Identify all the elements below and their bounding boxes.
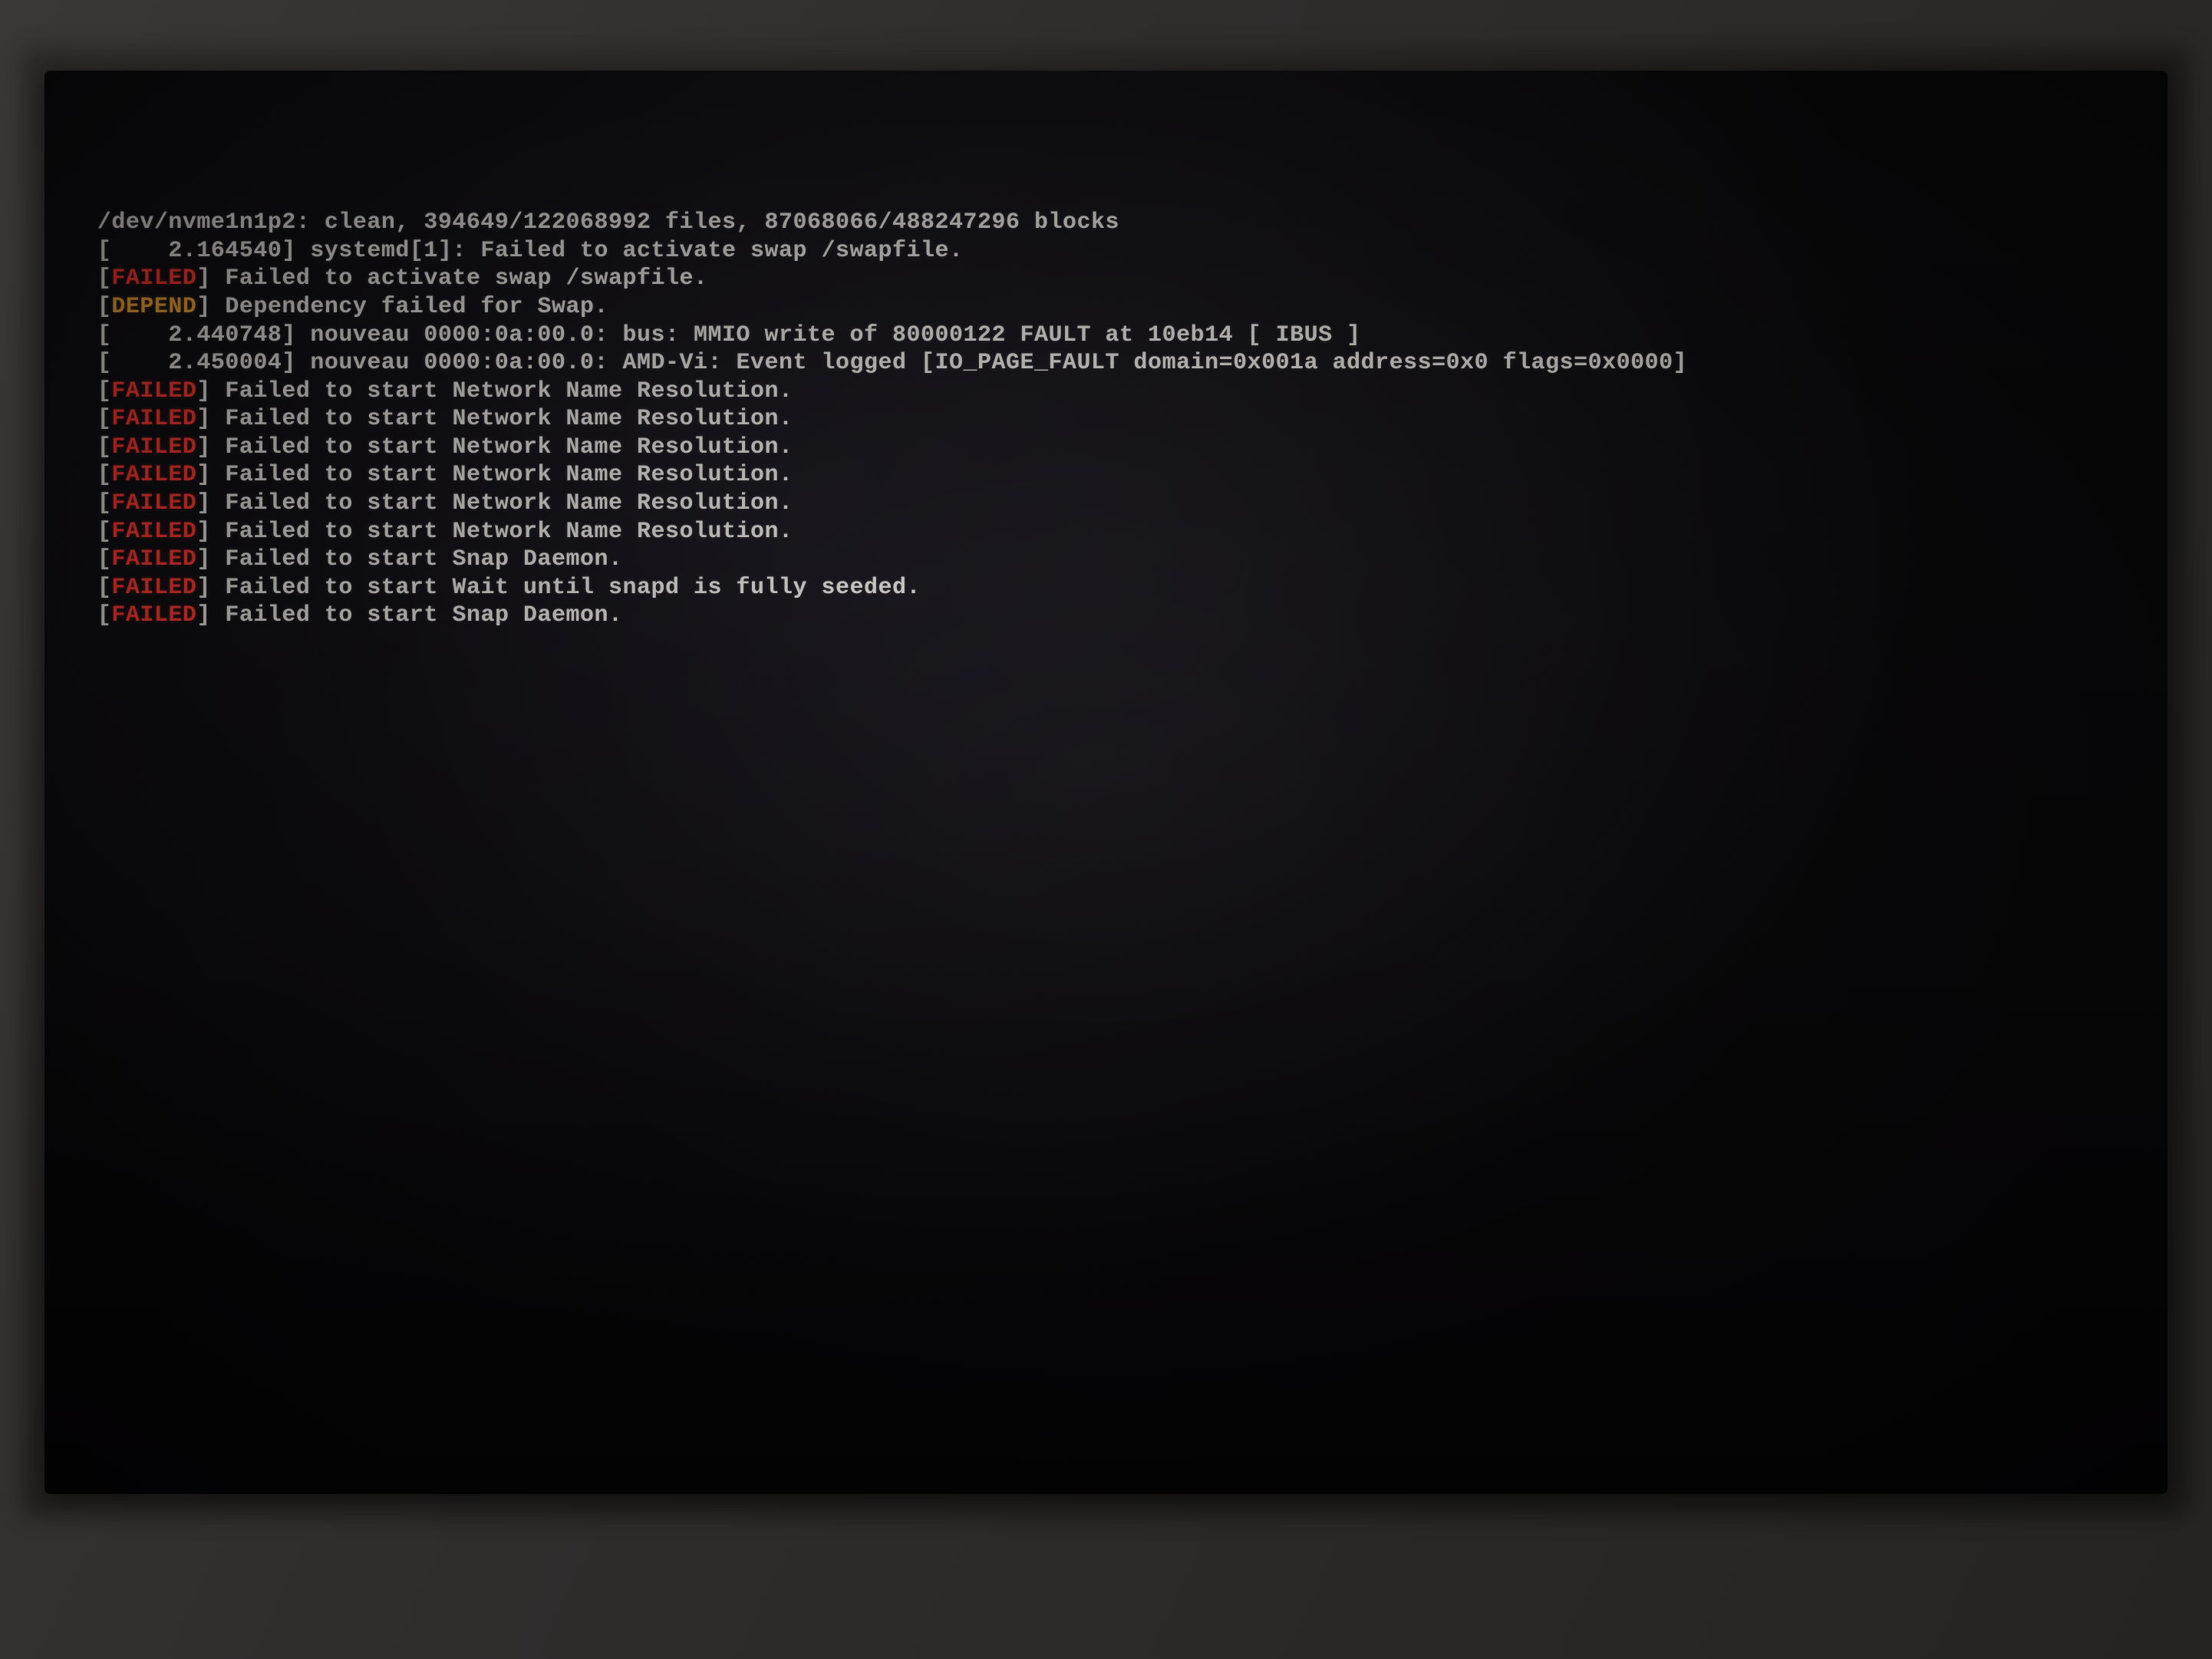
boot-log-line: [ 2.450004] nouveau 0000:0a:00.0: AMD-Vi… xyxy=(97,349,2115,378)
boot-log-text: [ xyxy=(97,546,112,572)
boot-log-text: ] Failed to start Network Name Resolutio… xyxy=(196,406,793,432)
monitor-screen: /dev/nvme1n1p2: clean, 394649/122068992 … xyxy=(45,71,2168,1493)
status-tag-failed: FAILED xyxy=(111,434,196,460)
status-tag-failed: FAILED xyxy=(111,406,196,432)
boot-log-text: [ 2.440748] nouveau 0000:0a:00.0: bus: M… xyxy=(97,322,1361,348)
boot-log-line: [FAILED] Failed to start Network Name Re… xyxy=(97,518,2115,546)
status-tag-failed: FAILED xyxy=(111,462,196,488)
boot-log-line: [ 2.440748] nouveau 0000:0a:00.0: bus: M… xyxy=(97,322,2115,350)
status-tag-depend: DEPEND xyxy=(111,294,196,320)
status-tag-failed: FAILED xyxy=(111,602,196,628)
photo-surface: /dev/nvme1n1p2: clean, 394649/122068992 … xyxy=(0,0,2212,1659)
boot-log-text: ] Failed to start Network Name Resolutio… xyxy=(196,434,793,460)
boot-log-text: [ xyxy=(97,462,112,488)
status-tag-failed: FAILED xyxy=(111,546,196,572)
boot-log-text: [ xyxy=(97,406,112,432)
boot-log-text: [ xyxy=(97,602,112,628)
status-tag-failed: FAILED xyxy=(111,490,196,516)
boot-log-text: ] Failed to start Snap Daemon. xyxy=(196,546,622,572)
boot-log-line: [FAILED] Failed to start Network Name Re… xyxy=(97,490,2115,518)
boot-log-line: [ 2.164540] systemd[1]: Failed to activa… xyxy=(97,237,2115,266)
boot-log-text: ] Failed to start Network Name Resolutio… xyxy=(196,490,793,516)
screen-content: /dev/nvme1n1p2: clean, 394649/122068992 … xyxy=(45,71,2168,1493)
boot-log-text: ] Failed to start Network Name Resolutio… xyxy=(196,378,793,404)
status-tag-failed: FAILED xyxy=(111,575,196,601)
boot-log-line: [FAILED] Failed to start Network Name Re… xyxy=(97,434,2115,462)
boot-log-text: [ xyxy=(97,434,112,460)
boot-log-text: [ xyxy=(97,575,112,601)
boot-log-text: [ xyxy=(97,378,112,404)
boot-log-line: [FAILED] Failed to start Network Name Re… xyxy=(97,405,2115,434)
boot-log-text: [ xyxy=(97,519,112,545)
boot-log-text: ] Failed to activate swap /swapfile. xyxy=(196,266,707,292)
boot-log-text: ] Failed to start Network Name Resolutio… xyxy=(196,462,793,488)
boot-log: /dev/nvme1n1p2: clean, 394649/122068992 … xyxy=(97,209,2115,630)
boot-log-line: [FAILED] Failed to start Network Name Re… xyxy=(97,378,2115,406)
status-tag-failed: FAILED xyxy=(111,378,196,404)
boot-log-line: [FAILED] Failed to start Wait until snap… xyxy=(97,574,2115,602)
boot-log-line: [FAILED] Failed to activate swap /swapfi… xyxy=(97,265,2115,293)
status-tag-failed: FAILED xyxy=(111,519,196,545)
boot-log-text: [ 2.450004] nouveau 0000:0a:00.0: AMD-Vi… xyxy=(97,350,1687,376)
status-tag-failed: FAILED xyxy=(111,266,196,292)
monitor-bezel: /dev/nvme1n1p2: clean, 394649/122068992 … xyxy=(45,71,2168,1493)
boot-log-text: ] Failed to start Snap Daemon. xyxy=(196,602,622,628)
boot-log-line: /dev/nvme1n1p2: clean, 394649/122068992 … xyxy=(97,209,2115,237)
boot-log-text: [ xyxy=(97,266,112,292)
boot-log-line: [FAILED] Failed to start Snap Daemon. xyxy=(97,602,2115,630)
boot-log-text: /dev/nvme1n1p2: clean, 394649/122068992 … xyxy=(97,209,1119,236)
boot-log-text: [ xyxy=(97,294,112,320)
boot-log-line: [FAILED] Failed to start Snap Daemon. xyxy=(97,546,2115,574)
boot-log-line: [DEPEND] Dependency failed for Swap. xyxy=(97,293,2115,322)
boot-log-text: ] Dependency failed for Swap. xyxy=(196,294,608,320)
boot-log-text: ] Failed to start Network Name Resolutio… xyxy=(196,519,793,545)
boot-log-text: ] Failed to start Wait until snapd is fu… xyxy=(196,575,921,601)
boot-log-text: [ 2.164540] systemd[1]: Failed to activa… xyxy=(97,238,964,264)
boot-log-line: [FAILED] Failed to start Network Name Re… xyxy=(97,461,2115,490)
boot-log-text: [ xyxy=(97,490,112,516)
